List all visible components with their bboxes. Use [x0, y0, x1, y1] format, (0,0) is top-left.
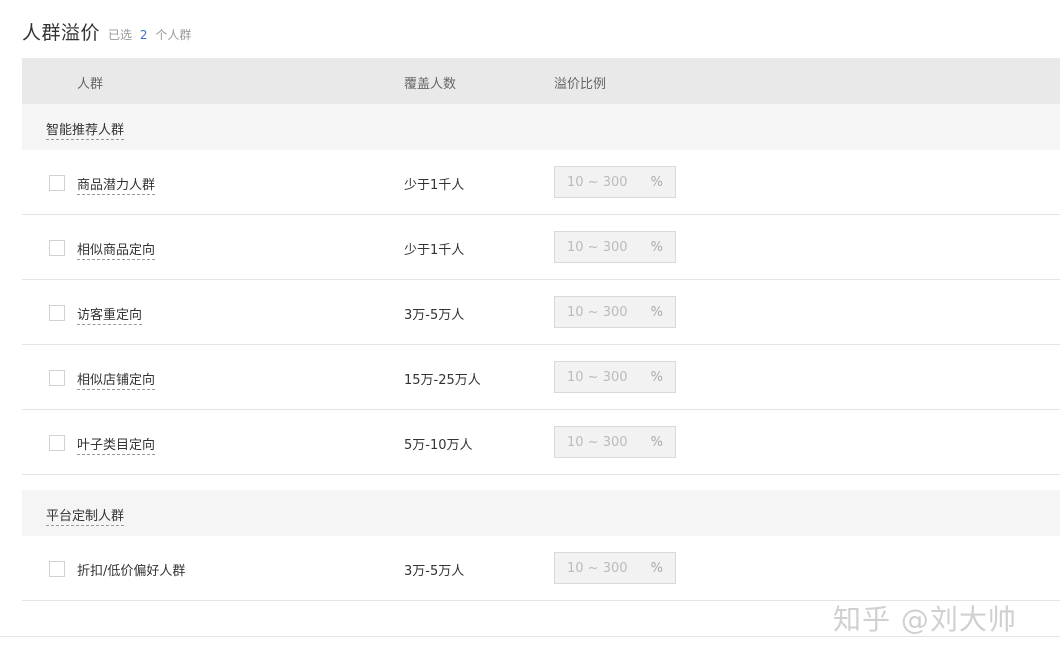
table-row: 访客重定向 3万-5万人 % [22, 280, 1060, 345]
premium-unit: % [650, 239, 663, 255]
table-row: 折扣/低价偏好人群 3万-5万人 % [22, 536, 1060, 601]
premium-input[interactable] [567, 304, 647, 320]
group-spacer [22, 475, 1060, 490]
row-checkbox[interactable] [49, 435, 65, 451]
audience-cover: 少于1千人 [404, 178, 465, 193]
column-header-name: 人群 [77, 77, 104, 92]
group-label: 智能推荐人群 [46, 119, 125, 140]
audience-cover: 15万-25万人 [404, 373, 481, 388]
premium-unit: % [650, 434, 663, 450]
row-checkbox[interactable] [49, 175, 65, 191]
audience-table: 人群 覆盖人数 溢价比例 智能推荐人群 商品潜力人群 少于1千人 % 相似商品定… [22, 58, 1060, 601]
premium-input-box: % [554, 296, 676, 328]
audience-cover: 3万-5万人 [404, 308, 465, 323]
audience-name[interactable]: 相似商品定向 [77, 239, 156, 260]
page-title: 人群溢价 [22, 22, 101, 44]
row-checkbox[interactable] [49, 561, 65, 577]
row-checkbox[interactable] [49, 240, 65, 256]
premium-input-box: % [554, 231, 676, 263]
row-checkbox[interactable] [49, 370, 65, 386]
audience-name[interactable]: 折扣/低价偏好人群 [77, 560, 185, 579]
selected-info: 已选 2 个人群 [108, 26, 191, 43]
audience-name[interactable]: 叶子类目定向 [77, 434, 156, 455]
premium-input[interactable] [567, 369, 647, 385]
premium-unit: % [650, 369, 663, 385]
selected-suffix: 个人群 [155, 28, 192, 42]
premium-input[interactable] [567, 174, 647, 190]
watermark: 知乎 @刘大帅 [833, 603, 1017, 636]
premium-input-box: % [554, 361, 676, 393]
audience-name[interactable]: 商品潜力人群 [77, 174, 156, 195]
audience-cover: 3万-5万人 [404, 564, 465, 579]
audience-cover: 少于1千人 [404, 243, 465, 258]
premium-unit: % [650, 560, 663, 576]
title-row: 人群溢价 已选 2 个人群 [22, 18, 191, 46]
column-header-premium: 溢价比例 [554, 77, 607, 92]
group-label: 平台定制人群 [46, 505, 125, 526]
premium-unit: % [650, 304, 663, 320]
table-row: 相似店铺定向 15万-25万人 % [22, 345, 1060, 410]
audience-cover: 5万-10万人 [404, 438, 473, 453]
premium-input[interactable] [567, 560, 647, 576]
premium-input-box: % [554, 426, 676, 458]
selected-prefix: 已选 [108, 28, 133, 42]
premium-input[interactable] [567, 434, 647, 450]
selected-count: 2 [139, 28, 148, 42]
group-header-smart: 智能推荐人群 [22, 104, 1060, 150]
table-header: 人群 覆盖人数 溢价比例 [22, 58, 1060, 104]
table-row: 商品潜力人群 少于1千人 % [22, 150, 1060, 215]
table-row: 相似商品定向 少于1千人 % [22, 215, 1060, 280]
premium-input-box: % [554, 552, 676, 584]
group-header-platform: 平台定制人群 [22, 490, 1060, 536]
audience-name[interactable]: 相似店铺定向 [77, 369, 156, 390]
audience-name[interactable]: 访客重定向 [77, 304, 143, 325]
premium-input[interactable] [567, 239, 647, 255]
premium-input-box: % [554, 166, 676, 198]
premium-unit: % [650, 174, 663, 190]
row-checkbox[interactable] [49, 305, 65, 321]
table-row: 叶子类目定向 5万-10万人 % [22, 410, 1060, 475]
column-header-cover: 覆盖人数 [404, 77, 457, 92]
